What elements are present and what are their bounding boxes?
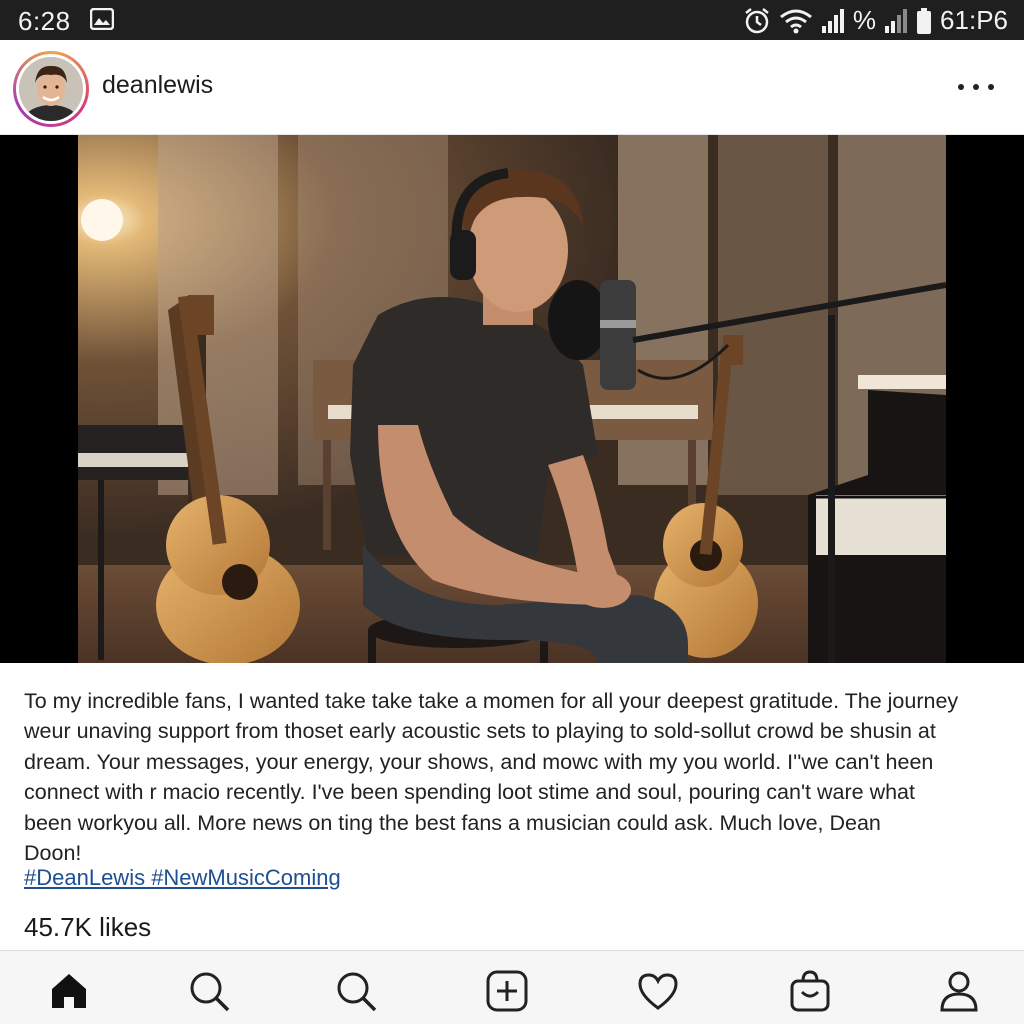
nav-home-button[interactable] <box>47 969 91 1013</box>
username[interactable]: deanlewis <box>102 71 213 100</box>
caption-line: connect with r macio recently. I've been… <box>24 780 915 805</box>
caption-line: To my incredible fans, I wanted take tak… <box>24 689 959 713</box>
shopping-bag-icon <box>790 970 830 1012</box>
nav-create-button[interactable] <box>485 969 529 1013</box>
battery-icon <box>917 7 932 34</box>
nav-activity-button[interactable] <box>636 969 680 1013</box>
nav-explore-button[interactable] <box>334 969 378 1013</box>
status-time: 6:28 <box>18 6 71 36</box>
activity-heart-icon <box>638 973 678 1010</box>
hashtag-links[interactable]: #DeanLewis #NewMusicComing <box>24 865 341 890</box>
status-icons: % 61:P6 <box>743 5 1008 36</box>
wifi-icon <box>779 9 812 33</box>
profile-icon <box>940 971 978 1012</box>
more-dot-icon <box>973 84 979 90</box>
add-post-icon <box>486 970 528 1012</box>
signal-icon <box>821 8 844 33</box>
caption-line: Doon! <box>24 841 82 866</box>
explore-search-icon <box>337 972 377 1012</box>
avatar-story-ring[interactable] <box>13 51 89 127</box>
home-icon <box>52 974 86 1008</box>
more-dot-icon <box>988 84 994 90</box>
hashtags[interactable]: #DeanLewis #NewMusicComing <box>24 865 341 891</box>
post-header: deanlewis <box>0 40 1024 135</box>
search-icon <box>190 972 230 1012</box>
signal-percent: % <box>852 5 877 35</box>
more-dot-icon <box>958 84 964 90</box>
signal-icon-secondary <box>885 8 908 33</box>
alarm-icon <box>745 7 769 33</box>
post-photo[interactable] <box>78 135 946 663</box>
bottom-navigation <box>0 950 1024 1024</box>
caption-line: weur unaving support from thoset early a… <box>24 719 936 744</box>
caption-line: been workyou all. More news on ting the … <box>24 810 881 835</box>
more-options-button[interactable] <box>958 75 994 99</box>
post-media[interactable] <box>0 135 1024 663</box>
nav-search-button[interactable] <box>187 969 231 1013</box>
post-caption: To my incredible fans, I wanted take tak… <box>24 686 1004 868</box>
likes-count[interactable]: 45.7K likes <box>24 912 151 943</box>
status-bar: 6:28 % 61:P6 <box>0 0 1024 40</box>
caption-line: dream. Your messages, your energy, your … <box>24 749 934 774</box>
avatar[interactable] <box>19 57 83 121</box>
gallery-icon <box>90 8 114 30</box>
battery-text: 61:P6 <box>940 5 1008 35</box>
nav-shop-button[interactable] <box>788 969 832 1013</box>
avatar-portrait <box>19 57 83 121</box>
nav-profile-button[interactable] <box>937 969 981 1013</box>
